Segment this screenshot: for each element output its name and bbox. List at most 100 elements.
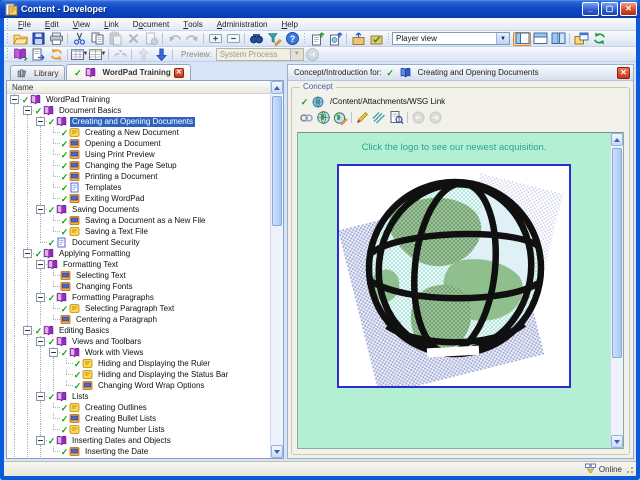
tree-item-label[interactable]: Creating Number Lists (83, 425, 167, 435)
close-button[interactable]: ✕ (620, 2, 637, 16)
preview-doc-button[interactable] (388, 110, 405, 125)
tree-item-label[interactable]: Selecting Text (74, 271, 128, 281)
tree-item-label[interactable]: Saving Documents (70, 205, 141, 215)
tree-item-label[interactable]: Opening a Document (83, 139, 163, 149)
tree-item[interactable]: ✓ Document Basics (8, 105, 269, 116)
tree-item[interactable]: ✓ Views and Toolbars (8, 336, 269, 347)
attachment-link-row[interactable]: ✓ /Content/Attachments/WSG Link (300, 96, 629, 107)
save-button[interactable] (29, 32, 47, 46)
collapse-toggle-icon[interactable] (36, 337, 45, 346)
collapse-toggle-icon[interactable] (10, 95, 19, 104)
find-advanced-button[interactable] (265, 32, 283, 46)
package-check-button[interactable] (367, 32, 385, 46)
tree-item-label[interactable]: Creating Outlines (83, 403, 149, 413)
tree-item[interactable]: Centering a Paragraph (8, 314, 269, 325)
tree-item[interactable]: ✓ Creating and Opening Documents (8, 116, 269, 127)
pencil-button[interactable] (354, 110, 371, 125)
tree-item-label[interactable]: Exiting WordPad (83, 194, 146, 204)
globe-image[interactable] (338, 166, 569, 396)
collapse-toggle-icon[interactable] (49, 348, 58, 357)
collapse-toggle-icon[interactable] (36, 392, 45, 401)
menu-view[interactable]: View (66, 18, 97, 31)
grid-view2-button[interactable]: ▼ (88, 47, 106, 61)
logo-image-frame[interactable] (337, 164, 571, 396)
tree-item[interactable]: ✓ Changing Word Wrap Options (8, 380, 269, 391)
scroll-up-button[interactable] (271, 81, 283, 94)
menu-edit[interactable]: Edit (38, 18, 66, 31)
link-button[interactable] (298, 110, 315, 125)
tree-item[interactable]: ✓ Applying Formatting (8, 248, 269, 259)
collapse-toggle-icon[interactable] (36, 205, 45, 214)
menu-file[interactable]: File (11, 18, 38, 31)
tab-wordpad-training[interactable]: ✓ WordPad Training ✕ (66, 64, 191, 80)
tree-item[interactable]: ✓ Lists (8, 391, 269, 402)
menu-tools[interactable]: Tools (176, 18, 210, 31)
tree-item-label[interactable]: Hiding and Displaying the Ruler (96, 359, 212, 369)
layout-cols-button[interactable] (549, 32, 567, 46)
tree-item-label[interactable]: Formatting Text (61, 260, 120, 270)
tree-item[interactable]: ✓ Creating Outlines (8, 402, 269, 413)
collapse-toggle-icon[interactable] (36, 436, 45, 445)
grid-view-button[interactable]: ▼ (70, 47, 88, 61)
collapse-toggle-icon[interactable] (36, 293, 45, 302)
tab-library[interactable]: Library (10, 65, 66, 80)
tree-item[interactable]: ✓ Exiting WordPad (8, 193, 269, 204)
doc-export-button[interactable] (308, 32, 326, 46)
tree-item[interactable]: ✓ Saving a Document as a New File (8, 215, 269, 226)
tree-item[interactable]: ✓ Changing the Page Setup (8, 160, 269, 171)
tree-item[interactable]: ✓ Opening a Document (8, 138, 269, 149)
tree-item[interactable]: ✓ Printing a Document (8, 171, 269, 182)
minimize-button[interactable]: _ (582, 2, 599, 16)
tree-item[interactable]: ✓ WordPad Training (8, 94, 269, 105)
collapse-toggle-icon[interactable] (23, 326, 32, 335)
web-edit-button[interactable] (332, 110, 349, 125)
tree-item-label[interactable]: Applying Formatting (57, 249, 132, 259)
layout-left-button[interactable] (513, 31, 531, 46)
tree-item[interactable]: ✓ Selecting Paragraph Text (8, 303, 269, 314)
tree-item-label[interactable]: Hiding and Displaying the Status Bar (96, 370, 230, 380)
new-window-button[interactable] (572, 32, 590, 46)
tree-item[interactable]: ✓ Document Security (8, 237, 269, 248)
tree-item-label[interactable]: Creating Bullet Lists (83, 414, 158, 424)
tree-item-label[interactable]: Using Print Preview (83, 150, 157, 160)
player-view-combo-dropdown-button[interactable]: ▼ (496, 33, 509, 44)
tree-item-label[interactable]: Saving a Document as a New File (83, 216, 208, 226)
tree-item-label[interactable]: Changing the Page Setup (83, 161, 179, 171)
menu-help[interactable]: Help (275, 18, 305, 31)
tree-item-label[interactable]: Changing Fonts (74, 282, 134, 292)
tree-item[interactable]: ✓ Hiding and Displaying the Ruler (8, 358, 269, 369)
collapse-toggle-icon[interactable] (23, 106, 32, 115)
book-export-button[interactable] (11, 47, 29, 61)
maximize-button[interactable]: ▢ (601, 2, 618, 16)
tree-item-label[interactable]: Inserting the Date (83, 447, 150, 457)
collapse-toggle-icon[interactable] (36, 117, 45, 126)
doc-export-web-button[interactable] (326, 32, 344, 46)
player-view-combo[interactable]: Player view ▼ (392, 32, 510, 45)
content-scrollbar[interactable] (610, 133, 623, 448)
tree-item-label[interactable]: Inserting Dates and Objects (70, 436, 173, 446)
scrollbar-thumb[interactable] (272, 96, 282, 226)
clear-button[interactable] (371, 110, 388, 125)
tree-item[interactable]: ✓ Formatting Paragraphs (8, 292, 269, 303)
attachment-link-path[interactable]: /Content/Attachments/WSG Link (330, 97, 445, 106)
tree-item[interactable]: ✓ Hiding and Displaying the Status Bar (8, 369, 269, 380)
move-down-button[interactable] (152, 47, 170, 61)
expand-all-button[interactable] (206, 32, 224, 46)
tree-item-label[interactable]: Selecting Paragraph Text (83, 304, 176, 314)
tree-item[interactable]: ✓ Editing Basics (8, 325, 269, 336)
tree-item-label[interactable]: Printing a Document (83, 172, 159, 182)
panel-close-button[interactable]: ✕ (617, 66, 630, 79)
refresh-button[interactable] (590, 32, 608, 46)
help-button[interactable]: ? (283, 32, 301, 46)
tree-item-label[interactable]: Work with Views (83, 348, 145, 358)
web-button[interactable] (315, 110, 332, 125)
tree-item-label[interactable]: Formatting Paragraphs (70, 293, 156, 303)
collapse-toggle-icon[interactable] (23, 249, 32, 258)
copy-button[interactable] (88, 32, 106, 46)
tree-item-label[interactable]: Changing Word Wrap Options (96, 381, 206, 391)
tree-item[interactable]: ✓ Work with Views (8, 347, 269, 358)
tree-item[interactable]: ✓ Saving Documents (8, 204, 269, 215)
tree-item-label[interactable]: Lists (70, 392, 90, 402)
tree-item-label[interactable]: Creating a New Document (83, 128, 181, 138)
tree-item-label[interactable]: WordPad Training (44, 95, 112, 105)
